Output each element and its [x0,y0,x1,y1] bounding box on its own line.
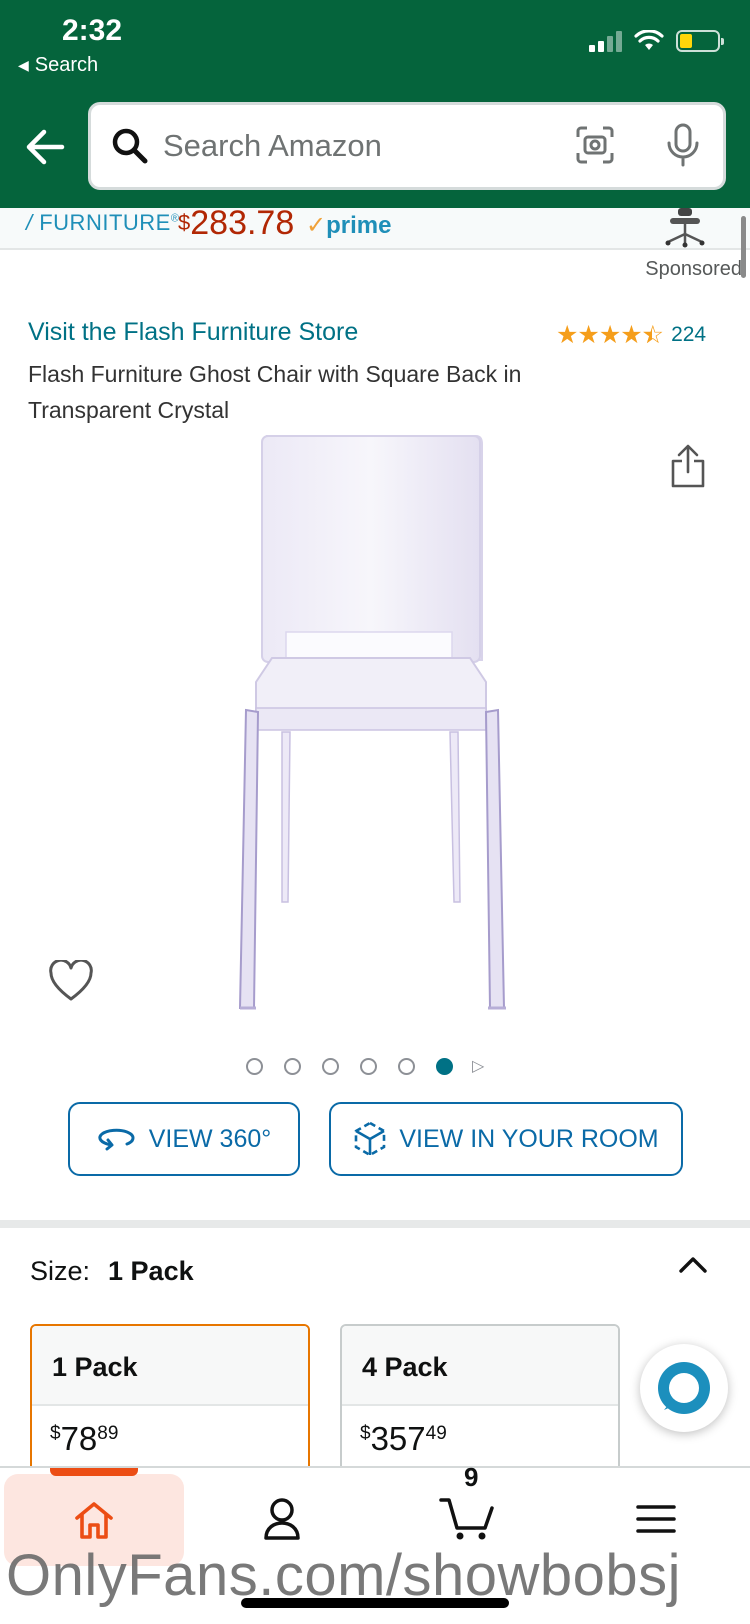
search-icon [112,128,148,164]
size-option-price: $7889 [50,1420,119,1457]
search-input[interactable] [163,121,543,171]
wishlist-heart-icon[interactable] [48,960,94,1002]
person-icon [264,1498,300,1540]
chevron-up-icon[interactable] [678,1254,708,1274]
wifi-icon [634,30,664,50]
view-in-room-label: VIEW IN YOUR ROOM [399,1124,659,1153]
rating-count: 224 [671,323,707,346]
header: 2:32 ◀ Search [0,0,750,208]
size-option-name: 1 Pack [32,1326,308,1406]
size-option-price: $35749 [360,1420,447,1457]
carousel-dot[interactable] [246,1057,263,1075]
view-in-your-room-button[interactable]: VIEW IN YOUR ROOM [329,1102,683,1176]
cart-icon [439,1498,494,1540]
prime-check-icon: ✓ [306,212,327,239]
image-carousel-dots[interactable]: ▷ [246,1056,484,1076]
rotate-360-icon [98,1128,135,1151]
share-icon[interactable] [670,444,706,488]
back-to-search-link[interactable]: ◀ Search [18,54,98,77]
hamburger-menu-icon [636,1505,676,1533]
product-rating[interactable]: ★★★★☆★ 224 [556,320,706,350]
carousel-dot-active[interactable] [436,1057,453,1075]
product-image[interactable] [236,432,526,1012]
status-time: 2:32 [62,14,123,47]
home-icon [75,1502,113,1539]
video-play-icon[interactable]: ▷ [472,1056,484,1076]
sponsored-ad-banner[interactable]: / FURNITURE® $283.78 ✓prime [0,204,750,250]
star-rating-icon: ★★★★☆★ [556,321,664,349]
view-360-button[interactable]: VIEW 360° [68,1102,300,1176]
search-bar[interactable] [88,102,726,190]
sponsored-label: Sponsored [645,258,742,280]
view-360-label: VIEW 360° [148,1124,272,1153]
carousel-dot[interactable] [398,1057,415,1075]
camera-scan-icon[interactable] [575,125,615,165]
carousel-dot[interactable] [284,1057,301,1075]
home-indicator[interactable] [241,1598,509,1608]
size-option-name: 4 Pack [342,1326,618,1406]
rufus-chat-button[interactable] [640,1344,728,1432]
battery-icon [676,30,724,52]
carousel-dot[interactable] [322,1057,339,1075]
carousel-dot[interactable] [360,1057,377,1075]
status-icons [589,30,724,52]
ad-brand: / FURNITURE® [26,210,180,235]
back-to-search-label: Search [34,54,99,76]
chat-bubble-icon [658,1362,710,1414]
microphone-icon[interactable] [665,123,701,167]
cart-count-badge: 9 [464,1462,479,1492]
ad-price: $283.78 [178,204,295,242]
ad-chair-thumbnail [665,208,705,248]
size-selector-header[interactable]: Size: 1 Pack [30,1256,194,1287]
back-triangle-icon: ◀ [18,57,29,73]
prime-badge: ✓prime [306,212,392,239]
back-arrow-icon[interactable] [22,124,68,170]
size-option-1-pack[interactable]: 1 Pack $7889 [30,1324,310,1474]
size-option-4-pack[interactable]: 4 Pack $35749 [340,1324,620,1474]
section-divider [0,1220,750,1228]
size-selected-value: 1 Pack [108,1256,194,1286]
visit-store-link[interactable]: Visit the Flash Furniture Store [28,318,358,347]
size-label: Size: [30,1256,91,1286]
product-title: Flash Furniture Ghost Chair with Square … [28,361,522,423]
ar-cube-icon [355,1121,386,1157]
cellular-signal-icon [589,30,622,52]
